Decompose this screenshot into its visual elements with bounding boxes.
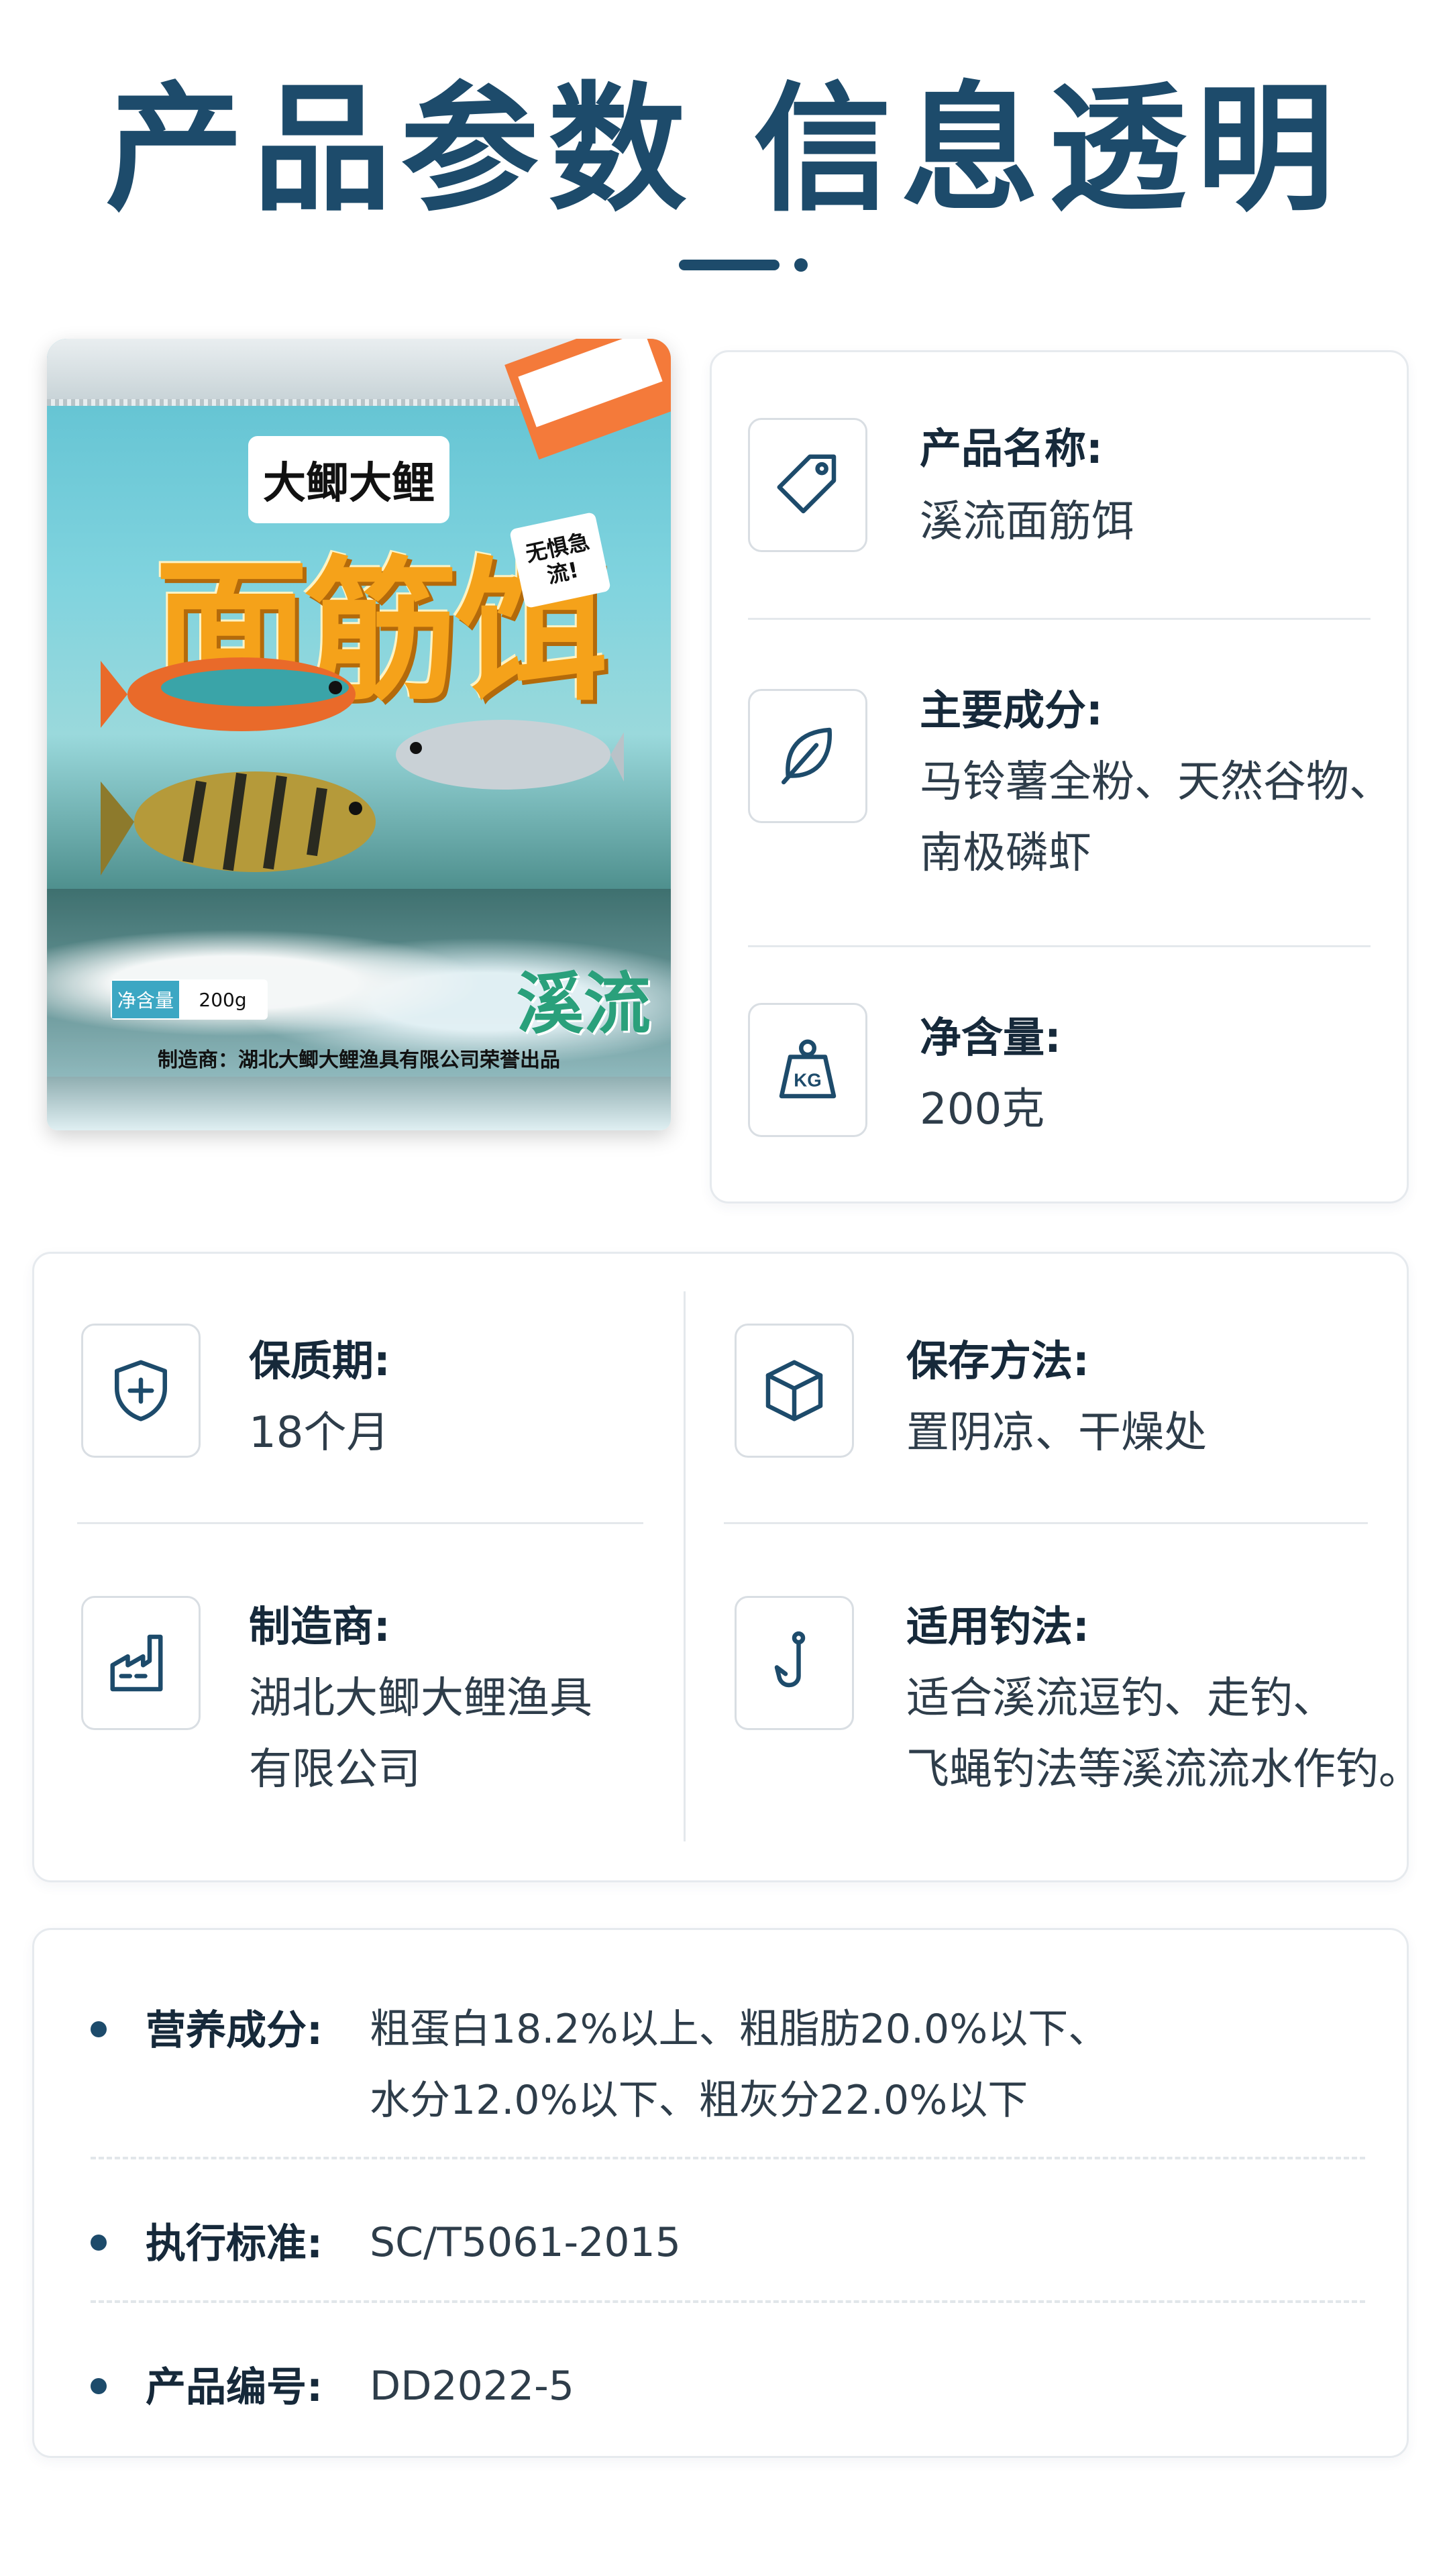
fishhook-icon [735,1596,854,1730]
package-fish-illustration [101,657,624,875]
net-weight-label: 净含量: [920,1013,1061,1062]
shelf-life-label: 保质期: [249,1336,390,1385]
divider [748,618,1371,620]
storage-label: 保存方法: [906,1336,1089,1385]
weight-kg-icon: KG [748,1003,867,1137]
box-icon [735,1324,854,1458]
standard-value: SC/T5061-2015 [370,2219,681,2266]
shield-plus-icon [81,1324,201,1458]
specs-card: 营养成分: 粗蛋白18.2%以上、粗脂肪20.0%以下、 水分12.0%以下、粗… [32,1928,1409,2458]
divider [77,1522,643,1524]
tag-icon [748,418,867,552]
shelf-life-value: 18个月 [249,1408,390,1458]
product-package-image: 大鲫大鲤 面筋饵 无惧急流! 净含量 200g 溪流 制造商：湖北大鲫大鲤渔具有… [47,339,671,1130]
manufacturer-label: 制造商: [249,1602,390,1651]
page-title: 产品参数 信息透明 [105,69,1344,230]
title-underline [679,260,780,270]
basic-info-card: 产品名称: 溪流面筋饵 主要成分: 马铃薯全粉、天然谷物、 南极磷虾 KG 净含… [710,350,1409,1203]
fishing-method-value-line2: 飞蝇钓法等溪流流水作钓。 [906,1745,1421,1794]
details-card: 保质期: 18个月 保存方法: 置阴凉、干燥处 制造商: 湖北大鲫大鲤渔具 有限… [32,1252,1421,1882]
manufacturer-value-line1: 湖北大鲫大鲤渔具 [249,1674,592,1723]
storage-value: 置阴凉、干燥处 [906,1408,1207,1458]
package-maker-text: 制造商：湖北大鲫大鲤渔具有限公司荣誉出品 [158,1049,560,1072]
manufacturer-value-line2: 有限公司 [249,1745,421,1794]
product-code-value: DD2022-5 [370,2363,574,2410]
dashed-divider [91,2300,1365,2303]
bullet-dot [91,2235,107,2251]
package-net-weight: 净含量 200g [111,979,268,1020]
product-code-label: 产品编号: [146,2364,323,2411]
fishing-method-label: 适用钓法: [906,1602,1089,1651]
title-underline-dot [794,258,808,272]
product-name-label: 产品名称: [920,424,1103,473]
bullet-dot [91,2021,107,2037]
leaf-icon [748,689,867,823]
nutrition-value-line2: 水分12.0%以下、粗灰分22.0%以下 [370,2077,1028,2124]
ingredients-value-line1: 马铃薯全粉、天然谷物、 [920,757,1392,807]
fishing-method-value-line1: 适合溪流逗钓、走钓、 [906,1674,1336,1723]
product-name-value: 溪流面筋饵 [920,497,1134,547]
bullet-dot [91,2378,107,2394]
nutrition-label: 营养成分: [146,2007,323,2054]
nutrition-value-line1: 粗蛋白18.2%以上、粗脂肪20.0%以下、 [370,2006,1109,2053]
net-weight-value: 200克 [920,1085,1045,1134]
divider [748,945,1371,947]
factory-icon [81,1596,201,1730]
ingredients-value-line2: 南极磷虾 [920,828,1091,878]
package-series-name: 溪流 [517,965,651,1043]
divider [724,1522,1368,1524]
ingredients-label: 主要成分: [920,686,1103,735]
svg-text:KG: KG [794,1069,821,1090]
standard-label: 执行标准: [146,2220,323,2267]
vertical-divider [684,1291,686,1841]
dashed-divider [91,2157,1365,2159]
